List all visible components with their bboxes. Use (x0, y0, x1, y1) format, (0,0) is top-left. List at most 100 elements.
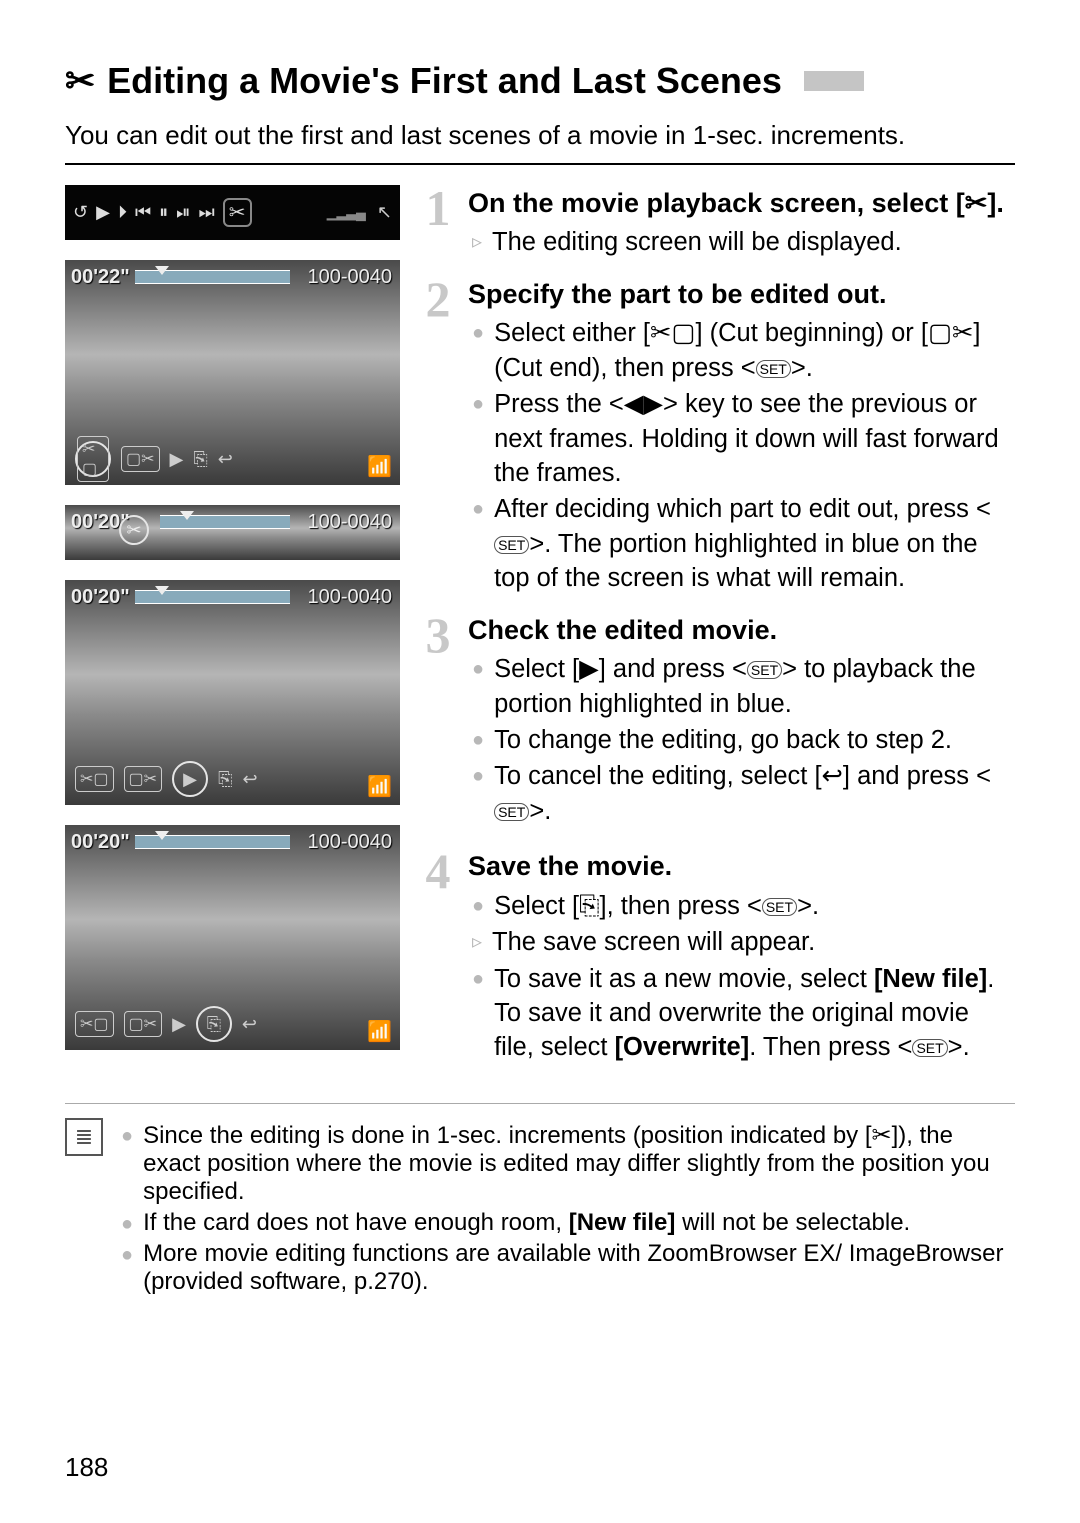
cut-end-icon: ▢✂ (121, 446, 160, 472)
undo-tool-icon: ↩ (218, 449, 233, 470)
page-number: 188 (65, 1452, 108, 1483)
playpause-icon: ⏯ (176, 202, 190, 223)
bullet-text: Press the <◀▶> key to see the previous o… (494, 387, 1015, 490)
volume-icon: ▁▂▃▄ (327, 204, 365, 221)
page-title: ✂ Editing a Movie's First and Last Scene… (65, 60, 1015, 102)
set-key-icon: SET (494, 803, 529, 821)
pause-icon: ⏸ (159, 202, 168, 223)
save-tool-icon: ⎘ (218, 769, 232, 790)
step-number: 4 (422, 848, 454, 1067)
notes-section: ≣ ● Since the editing is done in 1-sec. … (65, 1103, 1015, 1299)
note-bullet: ● If the card does not have enough room,… (121, 1209, 1015, 1237)
progress-track (135, 270, 290, 284)
step-3: 3 Check the edited movie. ● Select [▶] a… (422, 612, 1015, 831)
step-number: 3 (422, 612, 454, 831)
dot-bullet-icon: ● (472, 893, 484, 923)
undo-tool-icon: ↩ (242, 1014, 257, 1035)
save-tool-icon: ⎘ (196, 1006, 232, 1042)
bullet-text: To cancel the editing, select [↩] and pr… (494, 759, 1015, 828)
step-number: 2 (422, 276, 454, 598)
dot-bullet-icon: ● (121, 1213, 133, 1237)
cut-begin-glyph: ✂▢ (77, 436, 109, 482)
bullet-text: To change the editing, go back to step 2… (494, 723, 1015, 757)
dot-bullet-icon: ● (472, 966, 484, 1065)
set-key-icon: SET (912, 1039, 947, 1057)
time-label: 00'20" (71, 831, 130, 854)
scissors-icon: ✂ (65, 60, 95, 102)
step-title: Specify the part to be edited out. (468, 276, 1015, 312)
cut-end-icon: ▢✂ (124, 1011, 163, 1037)
file-number: 100-0040 (307, 586, 392, 609)
note-bullet: ● More movie editing functions are avail… (121, 1240, 1015, 1296)
set-key-icon: SET (494, 536, 529, 554)
prev-frame-icon: ⏮ (135, 202, 151, 223)
note-bullet: ● Since the editing is done in 1-sec. in… (121, 1121, 1015, 1206)
screenshot-check: 00'20" 100-0040 ✂▢ ▢✂ ▶ ⎘ ↩ 📶 (65, 580, 400, 805)
bullet-text: After deciding which part to edit out, p… (494, 492, 1015, 595)
step-title-post: ]. (987, 188, 1004, 218)
step-bullet: ● To cancel the editing, select [↩] and … (472, 759, 1015, 828)
dot-bullet-icon: ● (472, 391, 484, 490)
step-title: On the movie playback screen, select [✂]… (468, 185, 1015, 221)
dot-bullet-icon: ● (121, 1244, 133, 1296)
signal-icon: 📶 (367, 774, 392, 799)
time-label: 00'20" (71, 586, 130, 609)
edit-icon-selected: ✂ (223, 198, 252, 227)
title-decoration (804, 71, 864, 91)
note-text: Since the editing is done in 1-sec. incr… (143, 1121, 1015, 1206)
step-2: 2 Specify the part to be edited out. ● S… (422, 276, 1015, 598)
progress-track (135, 835, 290, 849)
screenshot-edit-begin: 00'22" 100-0040 ✂▢ ▢✂ ▶ ⎘ ↩ 📶 (65, 260, 400, 485)
bullet-text: The editing screen will be displayed. (492, 225, 1015, 259)
edit-tools: ✂▢ ▢✂ ▶ ⎘ ↩ (75, 441, 233, 477)
dot-bullet-icon: ● (472, 320, 484, 385)
scissors-marker-icon: ✂ (119, 515, 149, 545)
signal-icon: 📶 (367, 454, 392, 479)
dot-bullet-icon: ● (472, 656, 484, 721)
slow-icon: ⏵ (118, 202, 127, 223)
cut-begin-icon: ✂▢ (75, 441, 111, 477)
arrow-bullet-icon: ▹ (472, 229, 482, 259)
dot-bullet-icon: ● (121, 1125, 133, 1206)
edit-tools: ✂▢ ▢✂ ▶ ⎘ ↩ (75, 761, 258, 797)
screenshot-edit-marker: 00'20" ✂ 100-0040 (65, 505, 400, 560)
step-bullet: ▹ The save screen will appear. (472, 925, 1015, 959)
bullet-text: Select [▶] and press <SET> to playback t… (494, 652, 1015, 721)
edit-tools: ✂▢ ▢✂ ▶ ⎘ ↩ (75, 1006, 257, 1042)
bullet-text: The save screen will appear. (492, 925, 1015, 959)
step-bullet: ● Select [⎘], then press <SET>. (472, 889, 1015, 923)
set-key-icon: SET (747, 661, 782, 679)
step-bullet: ● After deciding which part to edit out,… (472, 492, 1015, 595)
play-icon: ▶ (96, 202, 110, 223)
signal-icon: 📶 (367, 1019, 392, 1044)
title-divider (65, 163, 1015, 165)
file-number: 100-0040 (307, 831, 392, 854)
bullet-text: To save it as a new movie, select [New f… (494, 962, 1015, 1065)
file-number: 100-0040 (307, 511, 392, 534)
step-number: 1 (422, 185, 454, 262)
dot-bullet-icon: ● (472, 763, 484, 828)
step-bullet: ● To save it as a new movie, select [New… (472, 962, 1015, 1065)
dot-bullet-icon: ● (472, 727, 484, 757)
play-tool-icon: ▶ (172, 1014, 186, 1035)
next-frame-icon: ⏭ (199, 202, 215, 223)
steps-column: 1 On the movie playback screen, select [… (422, 185, 1015, 1081)
save-tool-icon: ⎘ (193, 449, 207, 470)
cut-begin-icon: ✂▢ (650, 316, 695, 350)
cut-begin-icon: ✂▢ (75, 766, 114, 792)
step-title: Save the movie. (468, 848, 1015, 884)
notes-icon: ≣ (65, 1118, 103, 1156)
time-label: 00'22" (71, 266, 130, 289)
play-tool-icon: ▶ (170, 449, 184, 470)
screenshot-save: 00'20" 100-0040 ✂▢ ▢✂ ▶ ⎘ ↩ 📶 (65, 825, 400, 1050)
progress-track (135, 590, 290, 604)
intro-text: You can edit out the first and last scen… (65, 120, 1015, 151)
cut-end-icon: ▢✂ (928, 316, 973, 350)
cut-end-icon: ▢✂ (124, 766, 163, 792)
rewind-icon: ↺ (73, 202, 88, 223)
set-key-icon: SET (756, 360, 791, 378)
step-bullet: ● Select [▶] and press <SET> to playback… (472, 652, 1015, 721)
step-title-pre: On the movie playback screen, select [ (468, 188, 965, 218)
step-title: Check the edited movie. (468, 612, 1015, 648)
title-text: Editing a Movie's First and Last Scenes (107, 60, 782, 102)
